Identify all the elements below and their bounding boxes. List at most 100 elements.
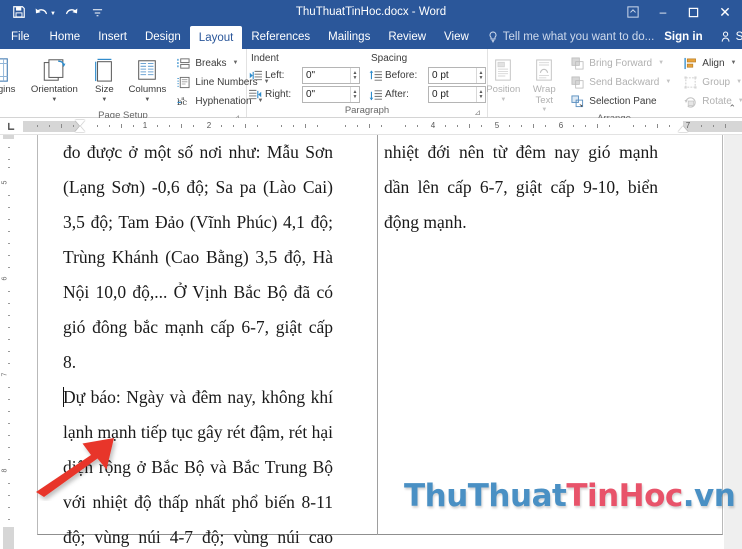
share-person-icon	[721, 31, 732, 43]
spacing-before-icon	[368, 69, 382, 83]
rotate-label: Rotate	[702, 95, 732, 107]
undo-icon[interactable]: ▼	[32, 1, 58, 23]
indent-left-stepper[interactable]: ▲▼	[302, 67, 360, 84]
bring-forward-button[interactable]: Bring Forward ▼	[569, 54, 674, 72]
position-dropdown-caret[interactable]: ▼	[500, 97, 506, 103]
vertical-ruler-track: 5 6 7 8	[0, 135, 17, 549]
orientation-dropdown-caret[interactable]: ▼	[51, 97, 57, 103]
indent-right-spinner-arrows[interactable]: ▲ ▼	[349, 87, 359, 102]
position-label: Position	[486, 84, 521, 95]
redo-icon[interactable]	[58, 1, 84, 23]
size-icon	[92, 55, 116, 85]
indent-left-icon	[248, 69, 262, 83]
wrap-text-label: Wrap Text	[532, 84, 556, 106]
spacing-before-row: Before: ▲▼	[368, 66, 486, 85]
orientation-icon	[41, 55, 68, 85]
size-dropdown-caret[interactable]: ▼	[101, 97, 107, 103]
column-divider	[377, 135, 378, 535]
group-button[interactable]: Group ▼	[682, 73, 742, 91]
site-watermark: ThuThuatTinHoc.vn	[404, 478, 736, 514]
margins-dropdown-caret[interactable]: ▼	[0, 97, 1, 103]
tab-home[interactable]: Home	[41, 24, 90, 49]
send-backward-button[interactable]: Send Backward ▼	[569, 73, 674, 91]
tab-insert[interactable]: Insert	[89, 24, 136, 49]
spacing-before-label: Before:	[385, 70, 418, 81]
margins-label: Margins	[0, 84, 16, 95]
margins-icon	[0, 55, 11, 85]
right-indent-marker[interactable]	[678, 125, 688, 132]
tab-stop-selector[interactable]	[0, 118, 23, 134]
wrap-text-icon	[533, 55, 555, 85]
tell-me-placeholder: Tell me what you want to do...	[502, 30, 655, 43]
indent-left-label: Left:	[265, 70, 285, 81]
horizontal-ruler[interactable]: 1 2 4 5 6 7	[0, 118, 742, 135]
indent-right-input[interactable]	[303, 87, 350, 102]
tab-layout[interactable]: Layout	[189, 26, 243, 49]
sign-in-button[interactable]: Sign in	[654, 31, 712, 43]
tell-me-search[interactable]: Tell me what you want to do...	[488, 24, 655, 49]
group-icon	[683, 75, 698, 90]
close-button[interactable]: ✕	[708, 0, 742, 24]
minimize-button[interactable]: –	[648, 0, 678, 24]
margins-button[interactable]: Margins ▼	[0, 53, 23, 103]
spacing-after-label: After:	[385, 89, 409, 100]
selection-pane-button[interactable]: Selection Pane	[569, 92, 674, 110]
tab-mailings[interactable]: Mailings	[319, 24, 379, 49]
paragraph-dialog-launcher[interactable]: ⊿	[474, 108, 481, 117]
window-controls: – ✕	[618, 0, 742, 24]
hyphenation-label: Hyphenation	[195, 95, 252, 107]
save-icon[interactable]	[6, 1, 32, 23]
indent-right-stepper[interactable]: ▲▼	[302, 86, 360, 103]
wrap-text-button[interactable]: Wrap Text ▼	[525, 53, 563, 113]
paragraph-2[interactable]: Dự báo: Ngày và đêm nay, không khí lạnh …	[63, 380, 333, 549]
spacing-before-stepper[interactable]: ▲▼	[428, 67, 486, 84]
spacing-after-input[interactable]	[429, 87, 476, 102]
size-label: Size	[95, 84, 114, 95]
align-label: Align	[702, 57, 725, 69]
vertical-ruler[interactable]: 5 6 7 8	[0, 135, 17, 549]
paragraph-1[interactable]: đo được ở một số nơi như: Mẫu Sơn (Lạng …	[63, 135, 333, 380]
align-button[interactable]: Align ▼	[682, 54, 742, 72]
position-button[interactable]: Position ▼	[481, 53, 525, 103]
ribbon: Margins ▼ Orientation ▼	[0, 49, 742, 124]
document-canvas[interactable]: đo được ở một số nơi như: Mẫu Sơn (Lạng …	[17, 135, 742, 549]
rotate-dropdown-caret[interactable]: ▼	[738, 98, 742, 104]
ruler-track[interactable]: 1 2 4 5 6 7	[23, 119, 742, 133]
collapse-ribbon-button[interactable]: ⌃	[728, 103, 736, 114]
undo-dropdown-caret[interactable]: ▼	[50, 11, 56, 17]
indent-left-input[interactable]	[303, 68, 350, 83]
group-label: Group	[702, 76, 731, 88]
maximize-restore-button[interactable]	[678, 0, 708, 24]
tab-references[interactable]: References	[242, 24, 319, 49]
customize-quick-access-icon[interactable]	[84, 1, 110, 23]
hanging-indent-marker[interactable]	[75, 125, 85, 132]
spacing-header: Spacing	[371, 53, 408, 64]
columns-dropdown-caret[interactable]: ▼	[144, 97, 150, 103]
size-button[interactable]: Size ▼	[85, 53, 123, 103]
ribbon-display-options-icon[interactable]	[618, 0, 648, 24]
indent-left-spinner-arrows[interactable]: ▲ ▼	[349, 68, 359, 83]
paragraph-4[interactable]: nhiệt đới nên từ đêm nay gió mạnh dần lê…	[384, 135, 658, 240]
document-column-right[interactable]: nhiệt đới nên từ đêm nay gió mạnh dần lê…	[384, 135, 658, 240]
columns-button[interactable]: Columns ▼	[123, 53, 171, 103]
share-button[interactable]: Share	[713, 24, 742, 49]
orientation-button[interactable]: Orientation ▼	[23, 53, 85, 103]
tab-design[interactable]: Design	[136, 24, 190, 49]
breaks-dropdown-caret[interactable]: ▼	[233, 60, 239, 66]
document-column-left[interactable]: đo được ở một số nơi như: Mẫu Sơn (Lạng …	[63, 135, 333, 549]
watermark-part-3: .vn	[682, 478, 736, 514]
tab-file[interactable]: File	[0, 24, 41, 49]
align-dropdown-caret[interactable]: ▼	[731, 60, 737, 66]
hyphenation-icon: bc a	[176, 94, 191, 109]
position-icon	[492, 55, 514, 85]
send-backward-dropdown-caret[interactable]: ▼	[665, 79, 671, 85]
bring-forward-dropdown-caret[interactable]: ▼	[658, 60, 664, 66]
tab-view[interactable]: View	[435, 24, 478, 49]
watermark-part-1: ThuThuat	[404, 478, 567, 514]
group-dropdown-caret[interactable]: ▼	[736, 79, 742, 85]
tab-review[interactable]: Review	[379, 24, 435, 49]
indent-left-row: Left: ▲▼	[248, 66, 360, 85]
spacing-before-input[interactable]	[429, 68, 476, 83]
quick-access-toolbar: ▼	[0, 1, 110, 23]
spacing-after-stepper[interactable]: ▲▼	[428, 86, 486, 103]
